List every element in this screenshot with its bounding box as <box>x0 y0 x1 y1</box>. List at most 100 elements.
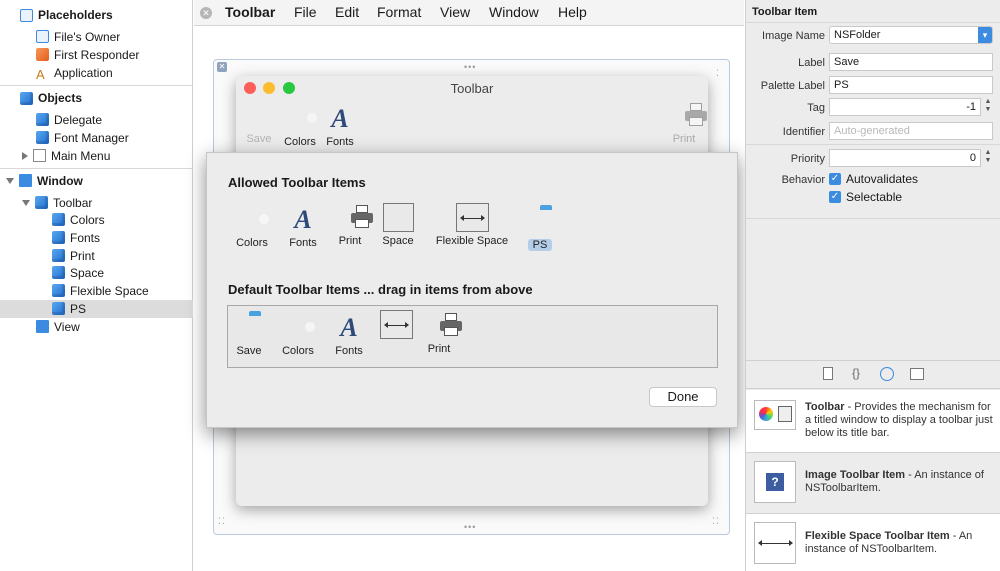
resize-handle-icon[interactable]: ⁚⁚ <box>712 517 720 526</box>
inspector-section-title: Toolbar Item <box>752 6 818 18</box>
flexible-space-library-icon <box>754 522 796 564</box>
toolbar-item-print[interactable]: Print <box>654 103 708 145</box>
library-item-text: Toolbar - Provides the mechanism for a t… <box>805 401 995 440</box>
outline-item-print[interactable]: Print <box>52 247 95 265</box>
outline-item-application[interactable]: A Application <box>36 64 113 82</box>
outline-item-toolbar[interactable]: Toolbar <box>22 194 92 212</box>
identifier-field[interactable]: Auto-generated <box>829 122 993 140</box>
disclosure-triangle-icon[interactable] <box>22 200 30 206</box>
resize-handle-icon[interactable]: ••• <box>464 63 476 72</box>
outline-section-objects[interactable]: Objects <box>0 88 193 108</box>
window-icon <box>19 174 32 187</box>
image-name-combobox[interactable]: NSFolder ▾ <box>829 26 993 44</box>
autovalidates-label: Autovalidates <box>846 172 919 186</box>
outline-item-colors[interactable]: Colors <box>52 211 105 229</box>
selectable-checkbox[interactable]: ✓ <box>829 191 841 203</box>
default-items-well[interactable]: Save Colors A Fonts Print <box>227 305 718 368</box>
toolbar-item-fonts[interactable]: A Fonts <box>310 106 370 149</box>
close-icon[interactable]: ✕ <box>200 7 212 19</box>
tag-stepper[interactable]: ▲ ▼ <box>983 98 993 116</box>
item-label: Flexible Space <box>70 284 149 298</box>
resize-handle-icon[interactable]: ⁚⁚ <box>218 517 226 526</box>
resize-handle-icon[interactable]: ••• <box>464 523 476 532</box>
priority-field[interactable]: 0 <box>829 149 981 167</box>
menu-edit[interactable]: Edit <box>335 4 359 20</box>
section-label: Objects <box>38 91 83 105</box>
media-library-icon[interactable] <box>910 368 924 380</box>
library-item-title: Image Toolbar Item <box>805 469 906 481</box>
priority-label: Priority <box>790 153 825 165</box>
outline-section-placeholders[interactable]: Placeholders <box>0 5 193 25</box>
menu-format[interactable]: Format <box>377 4 421 20</box>
tag-field[interactable]: -1 <box>829 98 981 116</box>
outline-item-main-menu[interactable]: Main Menu <box>22 147 110 165</box>
item-label: PS <box>70 302 87 316</box>
outline-item-files-owner[interactable]: File's Owner <box>36 28 120 46</box>
disclosure-triangle-icon[interactable] <box>22 152 28 160</box>
cube-outline-icon <box>36 30 49 43</box>
outline-item-font-manager[interactable]: Font Manager <box>36 129 129 147</box>
priority-stepper[interactable]: ▲ ▼ <box>983 149 993 167</box>
outline-item-flexible-space[interactable]: Flexible Space <box>52 282 149 300</box>
cube-icon <box>52 249 65 262</box>
outline-item-first-responder[interactable]: First Responder <box>36 46 139 64</box>
outline-item-space[interactable]: Space <box>52 264 104 282</box>
cube-icon <box>52 213 65 226</box>
palette-label-field[interactable]: PS <box>829 76 993 94</box>
menu-help[interactable]: Help <box>558 4 587 20</box>
allowed-item-flexible-space[interactable]: Flexible Space <box>428 203 516 247</box>
library-item-flexible-space[interactable]: Flexible Space Toolbar Item - An instanc… <box>746 514 1000 571</box>
behavior-label: Behavior <box>781 174 825 186</box>
library-item-image-toolbar-item[interactable]: ? Image Toolbar Item - An instance of NS… <box>746 453 1000 513</box>
default-item-print[interactable]: Print <box>409 313 469 355</box>
cube-icon <box>36 131 49 144</box>
resize-handle-icon[interactable]: ⁚ <box>716 69 720 78</box>
customize-toolbar-sheet: Allowed Toolbar Items Colors A Fonts Pri… <box>206 152 738 428</box>
chevron-down-icon[interactable]: ▾ <box>978 27 992 43</box>
library-item-title: Toolbar <box>805 401 845 413</box>
tag-label: Tag <box>807 102 825 114</box>
section-label: Placeholders <box>38 8 113 22</box>
item-label: File's Owner <box>54 30 121 44</box>
menu-file[interactable]: File <box>294 4 317 20</box>
divider <box>746 388 1000 389</box>
outline-item-fonts[interactable]: Fonts <box>52 229 100 247</box>
divider <box>746 22 1000 23</box>
outline-section-window[interactable]: Window <box>0 171 193 191</box>
outline-item-ps[interactable]: PS <box>0 300 193 318</box>
file-icon[interactable] <box>823 367 833 380</box>
item-label: Flexible Space <box>435 235 509 247</box>
menu-view[interactable]: View <box>440 4 470 20</box>
menu-toolbar[interactable]: Toolbar <box>225 4 275 20</box>
divider <box>746 218 1000 219</box>
cube-icon <box>52 284 65 297</box>
library-item-text: Image Toolbar Item - An instance of NSTo… <box>805 469 995 495</box>
code-braces-icon[interactable]: {} <box>852 366 860 380</box>
menu-window[interactable]: Window <box>489 4 539 20</box>
section-label: Window <box>37 174 83 188</box>
item-label: Space <box>70 266 105 280</box>
menu-bar: ✕ Toolbar File Edit Format View Window H… <box>194 0 744 26</box>
allowed-item-space[interactable]: Space <box>368 203 428 247</box>
autovalidates-checkbox[interactable]: ✓ <box>829 173 841 185</box>
combobox-value: NSFolder <box>834 29 881 41</box>
palette-label-label: Palette Label <box>760 80 825 92</box>
done-button[interactable]: Done <box>649 387 717 407</box>
toolbar-library-icon <box>754 400 796 430</box>
label-field[interactable]: Save <box>829 53 993 71</box>
item-label: Save <box>236 345 262 357</box>
object-library-icon[interactable] <box>880 367 894 381</box>
disclosure-triangle-icon[interactable] <box>6 178 14 184</box>
item-label: Colors <box>282 345 314 357</box>
document-outline: Placeholders File's Owner First Responde… <box>0 0 193 571</box>
close-icon[interactable]: ✕ <box>217 62 227 72</box>
outline-item-delegate[interactable]: Delegate <box>36 111 102 129</box>
allowed-item-ps[interactable]: PS <box>510 209 570 251</box>
library-item-title: Flexible Space Toolbar Item <box>805 530 950 542</box>
outline-item-view[interactable]: View <box>36 318 80 336</box>
flexible-space-icon <box>455 203 489 232</box>
item-label: Application <box>54 66 113 80</box>
library-item-toolbar[interactable]: Toolbar - Provides the mechanism for a t… <box>746 390 1000 452</box>
divider <box>746 360 1000 361</box>
item-label: Font Manager <box>54 131 129 145</box>
